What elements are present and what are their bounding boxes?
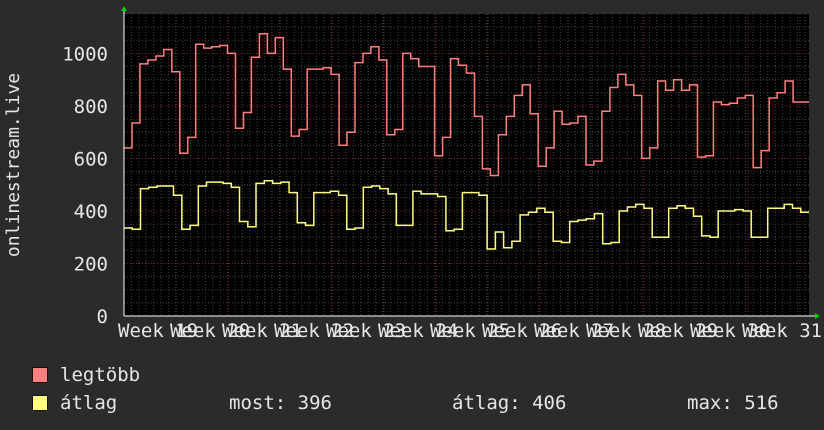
legend-label-max: legtöbb [60, 364, 141, 386]
stat-average: átlag: 406 [452, 392, 567, 414]
y-axis-label: onlinestream.live [3, 73, 24, 257]
x-axis-arrow [815, 313, 820, 319]
stat-max: max: 516 [687, 392, 779, 414]
y-tick-label: 0 [97, 306, 108, 328]
y-tick-label: 400 [74, 201, 108, 223]
legend-swatch-avg [32, 395, 48, 411]
plot-background [124, 14, 809, 316]
legend-swatch-max [32, 367, 48, 383]
y-axis-arrow [121, 6, 127, 11]
legend-label-avg: átlag [60, 392, 118, 414]
legend-item-max: legtöbb [32, 364, 140, 386]
stat-current: most: 396 [229, 392, 332, 414]
y-tick-label: 800 [74, 96, 108, 118]
legend-item-avg: átlag [32, 392, 117, 414]
y-tick-label: 1000 [62, 43, 108, 65]
y-tick-label: 600 [74, 148, 108, 170]
y-tick-label: 200 [74, 253, 108, 275]
x-tick-label: Week 31 [742, 320, 822, 342]
